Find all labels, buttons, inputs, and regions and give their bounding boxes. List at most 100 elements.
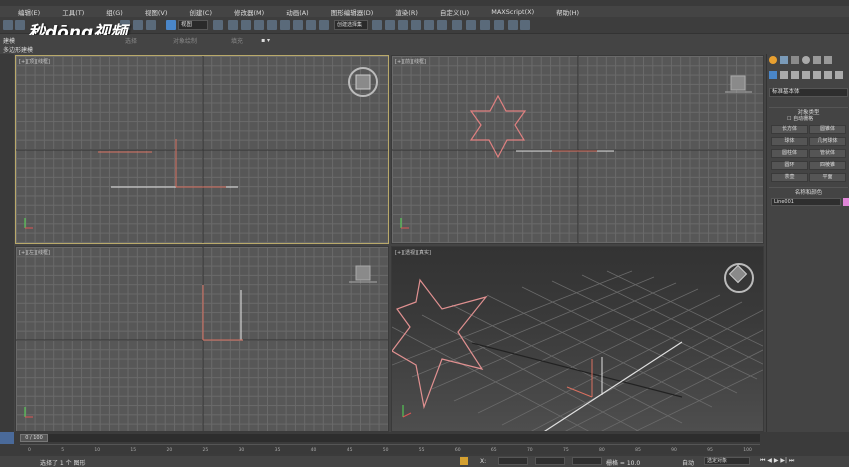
scale-icon[interactable] bbox=[254, 20, 264, 30]
tick: 30 bbox=[238, 448, 245, 453]
menu-customize[interactable]: 自定义(U) bbox=[440, 7, 469, 17]
tick: 0 bbox=[28, 448, 31, 453]
tick: 55 bbox=[418, 448, 425, 453]
box-button[interactable]: 长方体 bbox=[771, 125, 808, 134]
teapot-icon[interactable] bbox=[520, 20, 530, 30]
lights-icon[interactable] bbox=[791, 71, 799, 79]
cameras-icon[interactable] bbox=[802, 71, 810, 79]
timeline: 0 / 100 0 5 10 15 20 25 30 35 40 45 50 5… bbox=[0, 432, 849, 456]
tick: 70 bbox=[526, 448, 533, 453]
category-dropdown[interactable]: 标准基本体 bbox=[769, 88, 848, 97]
render-icon[interactable] bbox=[494, 20, 504, 30]
pyramid-button[interactable]: 四棱锥 bbox=[809, 161, 846, 170]
auto-key-label[interactable]: 自动 bbox=[682, 458, 694, 467]
playback-controls[interactable]: ⏮ ◀ ▶ ▶| ⏭ bbox=[760, 457, 794, 465]
rollout-object-type[interactable]: 对象类型 bbox=[769, 107, 848, 116]
menu-modifiers[interactable]: 修改器(M) bbox=[234, 7, 264, 17]
ribbon-options-icon[interactable]: ▪ ▾ bbox=[261, 37, 270, 44]
curve-editor-icon[interactable] bbox=[424, 20, 434, 30]
tick: 60 bbox=[454, 448, 461, 453]
mini-curve-icon[interactable] bbox=[0, 432, 14, 444]
snap-icon[interactable] bbox=[267, 20, 277, 30]
menu-group[interactable]: 组(G) bbox=[106, 7, 123, 17]
helpers-icon[interactable] bbox=[813, 71, 821, 79]
undo-icon[interactable] bbox=[3, 20, 13, 30]
rotate-icon[interactable] bbox=[241, 20, 251, 30]
layers-icon[interactable] bbox=[398, 20, 408, 30]
menu-create[interactable]: 创建(C) bbox=[189, 7, 212, 17]
tube-button[interactable]: 管状体 bbox=[809, 149, 846, 158]
key-filter-dropdown[interactable]: 选定对象 bbox=[704, 457, 750, 465]
menu-tools[interactable]: 工具(T) bbox=[62, 7, 84, 17]
time-slider-track[interactable]: 0 / 100 bbox=[20, 434, 760, 442]
ribbon-toggle-icon[interactable] bbox=[411, 20, 421, 30]
menu-bar: 编辑(E) 工具(T) 组(G) 视图(V) 创建(C) 修改器(M) 动画(A… bbox=[0, 6, 849, 17]
z-field[interactable] bbox=[572, 457, 602, 465]
object-name-field[interactable]: Line001 bbox=[771, 198, 841, 206]
align-icon[interactable] bbox=[385, 20, 395, 30]
teapot-button[interactable]: 茶壶 bbox=[771, 173, 808, 182]
geosphere-button[interactable]: 几何球体 bbox=[809, 137, 846, 146]
modify-tab-icon[interactable] bbox=[780, 56, 788, 64]
plane-button[interactable]: 平面 bbox=[809, 173, 846, 182]
y-field[interactable] bbox=[535, 457, 565, 465]
autogrid-label: 自动栅格 bbox=[793, 116, 814, 122]
reference-coord-dropdown[interactable]: 视图 bbox=[178, 20, 208, 30]
tab-modeling[interactable]: 建模 bbox=[3, 36, 15, 45]
spacewarps-icon[interactable] bbox=[824, 71, 832, 79]
rect-select-icon[interactable] bbox=[146, 20, 156, 30]
torus-button[interactable]: 圆环 bbox=[771, 161, 808, 170]
render-setup-icon[interactable] bbox=[466, 20, 476, 30]
redo-icon[interactable] bbox=[15, 20, 25, 30]
lock-icon[interactable] bbox=[460, 457, 468, 465]
geometry-icon[interactable] bbox=[769, 71, 777, 79]
percent-snap-icon[interactable] bbox=[293, 20, 303, 30]
render-prod-icon[interactable] bbox=[508, 20, 518, 30]
autogrid-checkbox[interactable]: ☐ 自动栅格 bbox=[787, 115, 813, 122]
menu-views[interactable]: 视图(V) bbox=[145, 7, 168, 17]
sphere-button[interactable]: 球体 bbox=[771, 137, 808, 146]
create-tab-icon[interactable] bbox=[769, 56, 777, 64]
viewport-front[interactable]: [+][前][线框] bbox=[391, 55, 764, 244]
mirror-icon[interactable] bbox=[372, 20, 382, 30]
menu-graph-editors[interactable]: 图形编辑器(D) bbox=[331, 7, 374, 17]
utilities-tab-icon[interactable] bbox=[824, 56, 832, 64]
select-name-icon[interactable] bbox=[133, 20, 143, 30]
time-slider-handle[interactable]: 0 / 100 bbox=[20, 434, 48, 442]
display-tab-icon[interactable] bbox=[813, 56, 821, 64]
rendered-frame-icon[interactable] bbox=[480, 20, 490, 30]
track-bar[interactable]: 0 5 10 15 20 25 30 35 40 45 50 55 60 65 … bbox=[20, 444, 760, 454]
pivot-icon[interactable] bbox=[213, 20, 223, 30]
window-cross-icon[interactable] bbox=[166, 20, 176, 30]
cone-button[interactable]: 圆锥体 bbox=[809, 125, 846, 134]
menu-maxscript[interactable]: MAXScript(X) bbox=[491, 8, 534, 16]
tab-freeform[interactable]: 选择 bbox=[125, 36, 137, 45]
x-field[interactable] bbox=[498, 457, 528, 465]
poly-modeling-label: 多边形建模 bbox=[0, 45, 849, 54]
edit-named-sel-icon[interactable] bbox=[319, 20, 329, 30]
menu-animation[interactable]: 动画(A) bbox=[286, 7, 309, 17]
rollout-name-color[interactable]: 名称和颜色 bbox=[769, 187, 848, 196]
object-color-swatch[interactable] bbox=[843, 198, 849, 206]
systems-icon[interactable] bbox=[835, 71, 843, 79]
move-icon[interactable] bbox=[228, 20, 238, 30]
motion-tab-icon[interactable] bbox=[802, 56, 810, 64]
angle-snap-icon[interactable] bbox=[280, 20, 290, 30]
menu-help[interactable]: 帮助(H) bbox=[556, 7, 579, 17]
shapes-icon[interactable] bbox=[780, 71, 788, 79]
tab-populate[interactable]: 填充 bbox=[231, 36, 243, 45]
material-editor-icon[interactable] bbox=[452, 20, 462, 30]
named-selection-sets[interactable]: 创建选择集 bbox=[334, 20, 368, 30]
viewport-perspective[interactable]: [+][透视][真实] bbox=[391, 246, 764, 432]
tick: 35 bbox=[274, 448, 281, 453]
schematic-icon[interactable] bbox=[437, 20, 447, 30]
tab-object-paint[interactable]: 对象绘制 bbox=[173, 36, 197, 45]
menu-rendering[interactable]: 渲染(R) bbox=[395, 7, 418, 17]
viewport-top[interactable]: [+][顶][线框] bbox=[15, 55, 389, 244]
viewport-left[interactable]: [+][左][线框] bbox=[15, 246, 389, 432]
tick: 80 bbox=[599, 448, 605, 453]
hierarchy-tab-icon[interactable] bbox=[791, 56, 799, 64]
cylinder-button[interactable]: 圆柱体 bbox=[771, 149, 808, 158]
menu-edit[interactable]: 编辑(E) bbox=[18, 7, 40, 17]
spinner-snap-icon[interactable] bbox=[306, 20, 316, 30]
